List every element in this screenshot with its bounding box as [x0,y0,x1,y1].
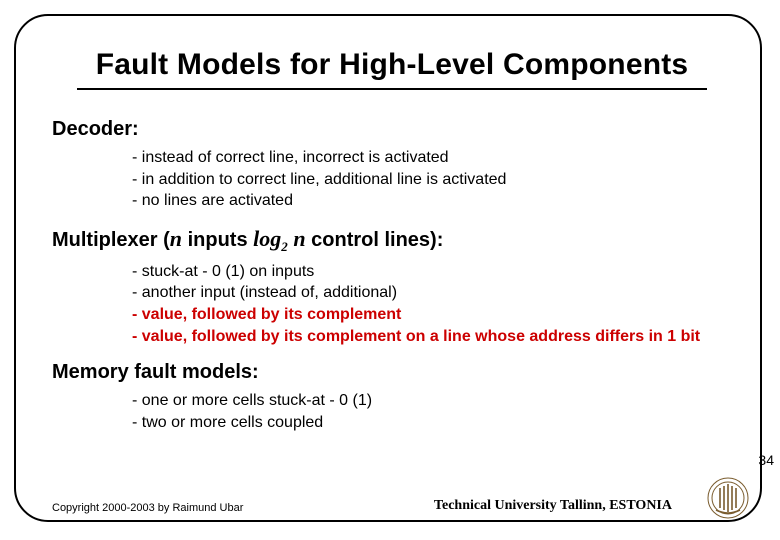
footer-copyright: Copyright 2000-2003 by Raimund Ubar [52,502,243,514]
list-item: - value, followed by its complement [132,304,732,326]
list-item: - no lines are activated [132,190,732,212]
slide-content: Fault Models for High-Level Components D… [52,48,732,441]
mux-log: log [253,226,281,251]
mux-mid2: control lines): [306,229,444,251]
list-item: - instead of correct line, incorrect is … [132,147,732,169]
list-item: - two or more cells coupled [132,412,732,434]
mux-mid1: inputs [182,229,253,251]
list-item: - another input (instead of, additional) [132,282,732,304]
footer-affiliation: Technical University Tallinn, ESTONIA [434,498,672,514]
title-rule [77,88,707,90]
page-number: 34 [758,452,774,468]
list-item: - value, followed by its complement on a… [132,326,732,348]
multiplexer-bullets: - stuck-at - 0 (1) on inputs - another i… [132,261,732,347]
decoder-heading: Decoder: [52,118,732,141]
mux-prefix: Multiplexer ( [52,229,170,251]
memory-bullets: - one or more cells stuck-at - 0 (1) - t… [132,390,732,433]
mux-sub: 2 [281,239,288,254]
multiplexer-heading: Multiplexer (n inputs log2 n control lin… [52,226,732,255]
slide-title: Fault Models for High-Level Components [52,48,732,82]
list-item: - stuck-at - 0 (1) on inputs [132,261,732,283]
mux-n2: n [293,226,305,251]
university-logo-icon [706,476,750,520]
list-item: - one or more cells stuck-at - 0 (1) [132,390,732,412]
mux-n: n [170,226,182,251]
memory-heading: Memory fault models: [52,361,732,384]
decoder-bullets: - instead of correct line, incorrect is … [132,147,732,212]
list-item: - in addition to correct line, additiona… [132,169,732,191]
